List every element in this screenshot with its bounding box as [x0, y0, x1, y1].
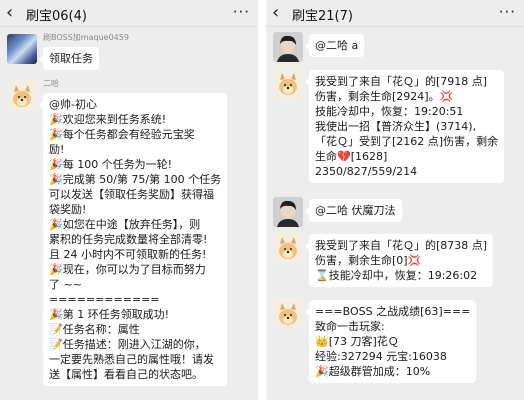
message-line: 领取任务: [49, 52, 93, 65]
message-bubble[interactable]: 我受到了来自「花Ｑ」的[8738 点] 伤害，剩余生命[0]💢 ⌛技能冷却中，恢…: [304, 234, 494, 287]
message-line: 🎉每 100 个任务为一轮!: [49, 158, 173, 171]
avatar[interactable]: [7, 80, 37, 110]
message-bubble[interactable]: 我受到了来自「花Ｑ」的[7918 点] 伤害，剩余生命[2924]。💢 技能冷却…: [304, 70, 505, 183]
message-line: 生命💔[1628]: [315, 150, 388, 163]
message-bubble[interactable]: ===BOSS 之战成绩[63]=== 致命一击玩家: 👑[73 刀客]花Ｑ 经…: [304, 300, 477, 383]
message-line: 🎉现在，你可以为了目标而努力: [49, 263, 206, 276]
doge-avatar-icon: [7, 80, 37, 110]
message-line: 且 24 小时内不可领取新的任务!: [49, 248, 207, 261]
chat-title: 刷宝21(7): [292, 9, 353, 24]
message-line: 可以发送【领取任务奖励】获得福: [49, 188, 214, 201]
message-line: 袋奖励!: [49, 203, 87, 216]
message-bubble[interactable]: @帅-初心 🎉欢迎您来到任务系统! 🎉每个任务都会有经验元宝奖 励! 🎉每 10…: [38, 93, 228, 386]
message-line: @二哈 a: [315, 39, 359, 52]
message-line: 一定要先熟悉自己的属性哦！请发: [49, 353, 214, 366]
doge-avatar-icon: [273, 232, 303, 262]
right-chat-panel: ‹ 刷宝21(7) ··· @二哈 a 我受到了来自「花Ｑ」的[7918 点] …: [266, 0, 524, 400]
message-line: ===BOSS 之战成绩[63]===: [315, 305, 471, 318]
message-bubble[interactable]: @二哈 a: [304, 34, 365, 57]
message-line: 伤害，剩余生命[0]💢: [315, 254, 422, 267]
message-line: 我受到了来自「花Ｑ」的[7918 点]: [315, 75, 488, 88]
message-line: @二哈 伏魔刀法: [315, 204, 396, 217]
message-line: 🎉第 1 环任务领取成功!: [49, 308, 170, 321]
message-line: 👑[73 刀客]花Ｑ: [315, 335, 399, 348]
panel-divider: [258, 0, 266, 400]
message-line: 📝任务描述：刚进入江湖的你，: [49, 338, 206, 351]
message-line: 我受到了来自「花Ｑ」的[8738 点]: [315, 239, 488, 252]
message-line: 🎉完成第 50/第 75/第 100 个任务: [49, 173, 222, 186]
more-icon[interactable]: ···: [233, 3, 250, 21]
avatar[interactable]: [7, 34, 37, 64]
message-line: 📝任务名称：属性: [49, 323, 140, 336]
message-line: @帅-初心: [49, 98, 97, 111]
message-line: 「花Ｑ」受到了[2162 点]伤害，剩余: [315, 135, 499, 148]
doge-avatar-icon: [273, 298, 303, 328]
message-line: 🎉如您在中途【放弃任务】，则: [49, 218, 201, 231]
avatar[interactable]: [273, 197, 303, 227]
person-avatar-icon: [273, 32, 303, 62]
avatar[interactable]: [273, 68, 303, 98]
message-line: 送【属性】看看自己的状态吧。: [49, 368, 203, 381]
message-line: 🎉每个任务都会有经验元宝奖: [49, 128, 195, 141]
message-line: 🎉超级群管加成：10%: [315, 365, 431, 378]
message-line: ⌛技能冷却中，恢复：19:26:02: [315, 269, 478, 282]
message-bubble[interactable]: 领取任务: [39, 47, 99, 70]
doge-avatar-icon: [273, 68, 303, 98]
message-line: 了 ~~: [49, 278, 82, 291]
back-icon[interactable]: ‹: [272, 2, 288, 24]
sender-name: 刷BOSS加maque0459: [43, 33, 129, 42]
right-top-bar: ‹ 刷宝21(7) ···: [266, 0, 524, 27]
avatar[interactable]: [273, 298, 303, 328]
left-chat-panel: ‹ 刷宝06(4) ··· 刷BOSS加maque0459 领取任务 二哈 @帅…: [0, 0, 258, 400]
message-line: 伤害，剩余生命[2924]。💢: [315, 90, 454, 103]
message-line: 2350/827/559/214: [315, 165, 418, 178]
message-line: 我使出一招【普济众生】(3714),: [315, 120, 477, 133]
message-line: ============: [49, 293, 160, 306]
more-icon[interactable]: ···: [499, 3, 516, 21]
avatar[interactable]: [273, 32, 303, 62]
message-line: 经验:327294 元宝:16038: [315, 350, 447, 363]
message-line: 累积的任务完成数量将全部清零!: [49, 233, 208, 246]
left-top-bar: ‹ 刷宝06(4) ···: [0, 0, 258, 27]
message-line: 技能冷却中，恢复：19:20:51: [315, 105, 464, 118]
message-line: 致命一击玩家:: [315, 320, 385, 333]
message-line: 励!: [49, 143, 65, 156]
back-icon[interactable]: ‹: [6, 2, 22, 24]
avatar[interactable]: [273, 232, 303, 262]
sender-name: 二哈: [43, 79, 59, 88]
chat-title: 刷宝06(4): [26, 9, 87, 24]
person-avatar-icon: [273, 197, 303, 227]
message-bubble[interactable]: @二哈 伏魔刀法: [305, 199, 402, 222]
message-line: 🎉欢迎您来到任务系统!: [49, 113, 167, 126]
